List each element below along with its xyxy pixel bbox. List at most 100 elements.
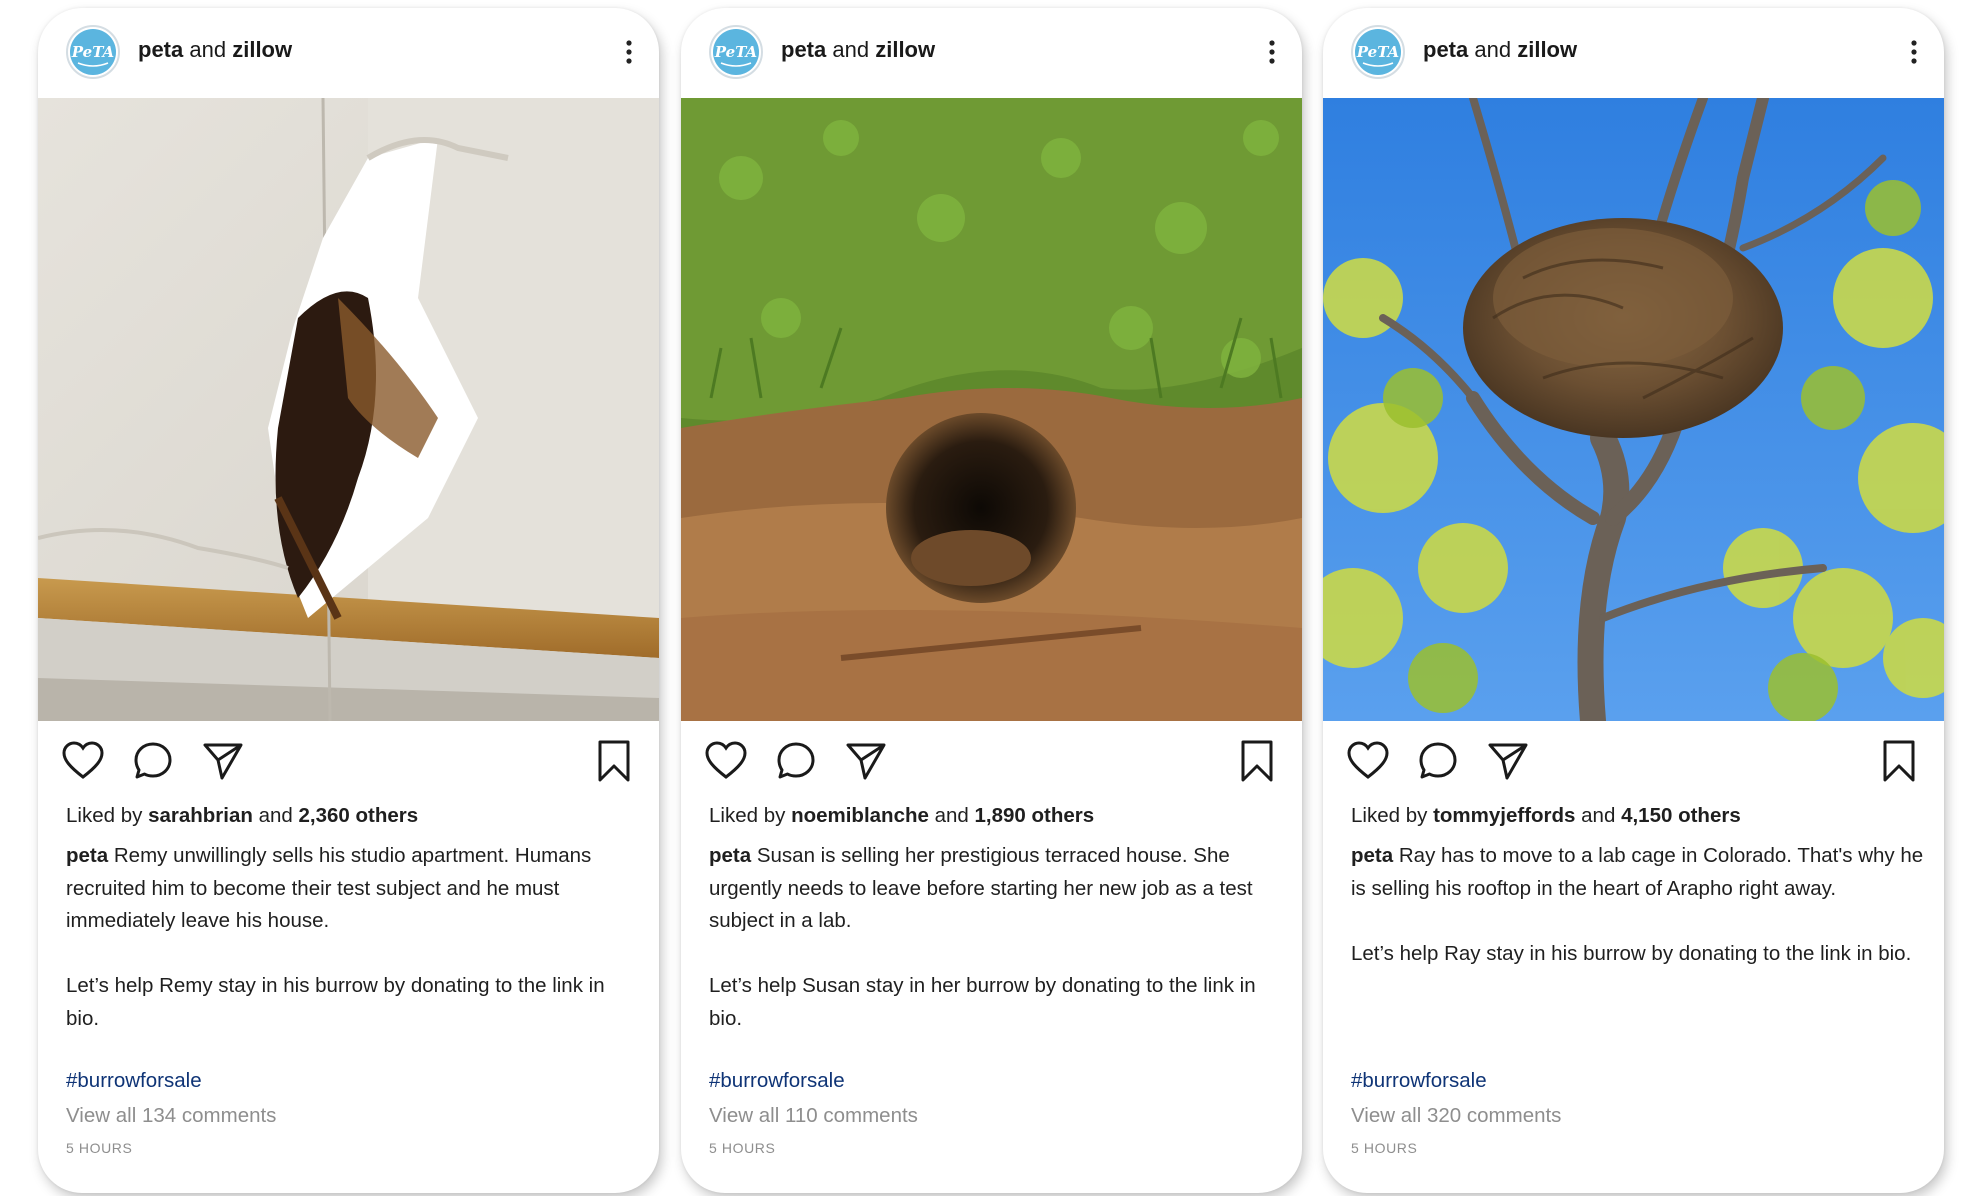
likes-others-count[interactable]: 4,150 others xyxy=(1621,804,1741,827)
account-primary[interactable]: peta xyxy=(781,37,826,62)
likes-prefix: Liked by xyxy=(1351,804,1428,827)
post-card: PeTA peta and zillow xyxy=(38,8,659,1193)
heart-icon xyxy=(705,741,747,779)
post-image[interactable] xyxy=(38,98,659,721)
like-button[interactable] xyxy=(703,738,749,784)
comment-button[interactable] xyxy=(1415,738,1461,784)
bookmark-icon xyxy=(598,740,630,782)
post-image[interactable] xyxy=(681,98,1302,721)
post-header: PeTA peta and zillow xyxy=(681,8,1302,98)
liked-by-user[interactable]: tommyjeffords xyxy=(1433,804,1575,827)
more-vertical-icon xyxy=(1269,40,1275,64)
caption-call-to-action: Let’s help Ray stay in his burrow by don… xyxy=(1351,941,1912,965)
account-joiner: and xyxy=(832,37,870,62)
likes-joiner: and xyxy=(1581,804,1616,827)
hashtag-link[interactable]: #burrowforsale xyxy=(1351,1069,1487,1093)
drywall-hole-photo xyxy=(38,98,659,721)
like-button[interactable] xyxy=(60,738,106,784)
comment-button[interactable] xyxy=(130,738,176,784)
caption-author[interactable]: peta xyxy=(709,844,751,867)
comments-count: 320 comments xyxy=(1426,1104,1562,1127)
post-caption: peta Susan is selling her prestigious te… xyxy=(709,840,1284,1035)
avatar[interactable]: PeTA xyxy=(709,25,763,79)
bookmark-icon xyxy=(1241,740,1273,782)
account-name[interactable]: peta and zillow xyxy=(138,37,292,63)
comment-button[interactable] xyxy=(773,738,819,784)
likes-prefix: Liked by xyxy=(709,804,786,827)
more-options-button[interactable] xyxy=(1264,38,1280,68)
more-options-button[interactable] xyxy=(1906,38,1922,68)
heart-icon xyxy=(62,741,104,779)
hashtag-link[interactable]: #burrowforsale xyxy=(709,1069,845,1093)
more-options-button[interactable] xyxy=(621,38,637,68)
post-image[interactable] xyxy=(1323,98,1944,721)
comments-count: 134 comments xyxy=(141,1104,277,1127)
post-caption: peta Remy unwillingly sells his studio a… xyxy=(66,840,641,1035)
caption-author[interactable]: peta xyxy=(1351,844,1393,867)
caption-text: Remy unwillingly sells his studio apartm… xyxy=(66,844,592,932)
post-caption: peta Ray has to move to a lab cage in Co… xyxy=(1351,840,1926,970)
post-timestamp: 5 HOURS xyxy=(1351,1140,1418,1156)
likes-summary[interactable]: Liked by noemiblanche and 1,890 others xyxy=(709,804,1094,828)
post-card: PeTA peta and zillow xyxy=(681,8,1302,1193)
post-timestamp: 5 HOURS xyxy=(709,1140,776,1156)
caption-author[interactable]: peta xyxy=(66,844,108,867)
likes-prefix: Liked by xyxy=(66,804,143,827)
avatar[interactable]: PeTA xyxy=(66,25,120,79)
comments-prefix: View all xyxy=(1351,1104,1422,1127)
paper-plane-icon xyxy=(846,743,886,780)
paper-plane-icon xyxy=(1488,743,1528,780)
comment-bubble-icon xyxy=(777,742,815,779)
post-card: PeTA peta and zillow xyxy=(1323,8,1944,1193)
account-joiner: and xyxy=(1474,37,1512,62)
view-comments-link[interactable]: View all 110 comments xyxy=(709,1104,918,1128)
post-header: PeTA peta and zillow xyxy=(1323,8,1944,98)
peta-logo-icon: PeTA xyxy=(70,29,116,75)
like-button[interactable] xyxy=(1345,738,1391,784)
liked-by-user[interactable]: noemiblanche xyxy=(791,804,929,827)
comment-bubble-icon xyxy=(1419,742,1457,779)
tree-nest-photo xyxy=(1323,98,1944,721)
account-primary[interactable]: peta xyxy=(138,37,183,62)
account-secondary[interactable]: zillow xyxy=(232,37,292,62)
save-button[interactable] xyxy=(1876,738,1922,784)
post-timestamp: 5 HOURS xyxy=(66,1140,133,1156)
caption-call-to-action: Let’s help Remy stay in his burrow by do… xyxy=(66,974,605,1030)
comment-bubble-icon xyxy=(134,742,172,779)
save-button[interactable] xyxy=(591,738,637,784)
more-vertical-icon xyxy=(626,40,632,64)
likes-summary[interactable]: Liked by tommyjeffords and 4,150 others xyxy=(1351,804,1741,828)
liked-by-user[interactable]: sarahbrian xyxy=(148,804,253,827)
comments-prefix: View all xyxy=(66,1104,137,1127)
svg-text:PeTA: PeTA xyxy=(714,43,757,61)
post-actions xyxy=(1323,738,1944,786)
likes-summary[interactable]: Liked by sarahbrian and 2,360 others xyxy=(66,804,418,828)
bookmark-icon xyxy=(1883,740,1915,782)
paper-plane-icon xyxy=(203,743,243,780)
peta-logo-icon: PeTA xyxy=(713,29,759,75)
comments-prefix: View all xyxy=(709,1104,780,1127)
likes-others-count[interactable]: 1,890 others xyxy=(975,804,1095,827)
svg-text:PeTA: PeTA xyxy=(71,43,114,61)
account-secondary[interactable]: zillow xyxy=(1517,37,1577,62)
share-button[interactable] xyxy=(200,738,246,784)
post-actions xyxy=(681,738,1302,786)
likes-others-count[interactable]: 2,360 others xyxy=(299,804,419,827)
hashtag-link[interactable]: #burrowforsale xyxy=(66,1069,202,1093)
account-joiner: and xyxy=(189,37,227,62)
likes-joiner: and xyxy=(258,804,293,827)
account-secondary[interactable]: zillow xyxy=(875,37,935,62)
avatar[interactable]: PeTA xyxy=(1351,25,1405,79)
share-button[interactable] xyxy=(843,738,889,784)
view-comments-link[interactable]: View all 134 comments xyxy=(66,1104,276,1128)
save-button[interactable] xyxy=(1234,738,1280,784)
caption-text: Ray has to move to a lab cage in Colorad… xyxy=(1351,844,1924,900)
view-comments-link[interactable]: View all 320 comments xyxy=(1351,1104,1561,1128)
caption-call-to-action: Let’s help Susan stay in her burrow by d… xyxy=(709,974,1256,1030)
account-name[interactable]: peta and zillow xyxy=(781,37,935,63)
share-button[interactable] xyxy=(1485,738,1531,784)
account-primary[interactable]: peta xyxy=(1423,37,1468,62)
likes-joiner: and xyxy=(934,804,969,827)
post-header: PeTA peta and zillow xyxy=(38,8,659,98)
account-name[interactable]: peta and zillow xyxy=(1423,37,1577,63)
